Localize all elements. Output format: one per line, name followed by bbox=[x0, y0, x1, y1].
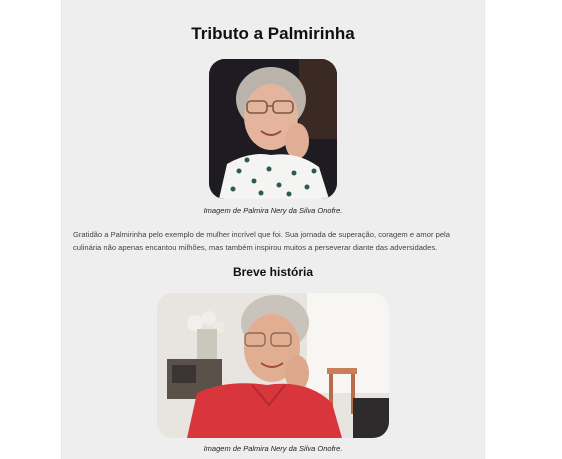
history-photo bbox=[157, 293, 389, 438]
portrait-photo bbox=[209, 59, 337, 199]
tribute-page: Tributo a Palmirinha Imagem de Palmira N… bbox=[61, 0, 485, 459]
history-heading: Breve história bbox=[232, 265, 314, 279]
portrait-caption: Imagem de Palmira Nery da Silva Onofre. bbox=[203, 206, 343, 215]
history-photo-caption: Imagem de Palmira Nery da Silva Onofre. bbox=[203, 444, 343, 453]
page-title: Tributo a Palmirinha bbox=[191, 24, 355, 43]
gratitude-paragraph: Gratidão a Palmirinha pelo exemplo de mu… bbox=[73, 230, 450, 252]
